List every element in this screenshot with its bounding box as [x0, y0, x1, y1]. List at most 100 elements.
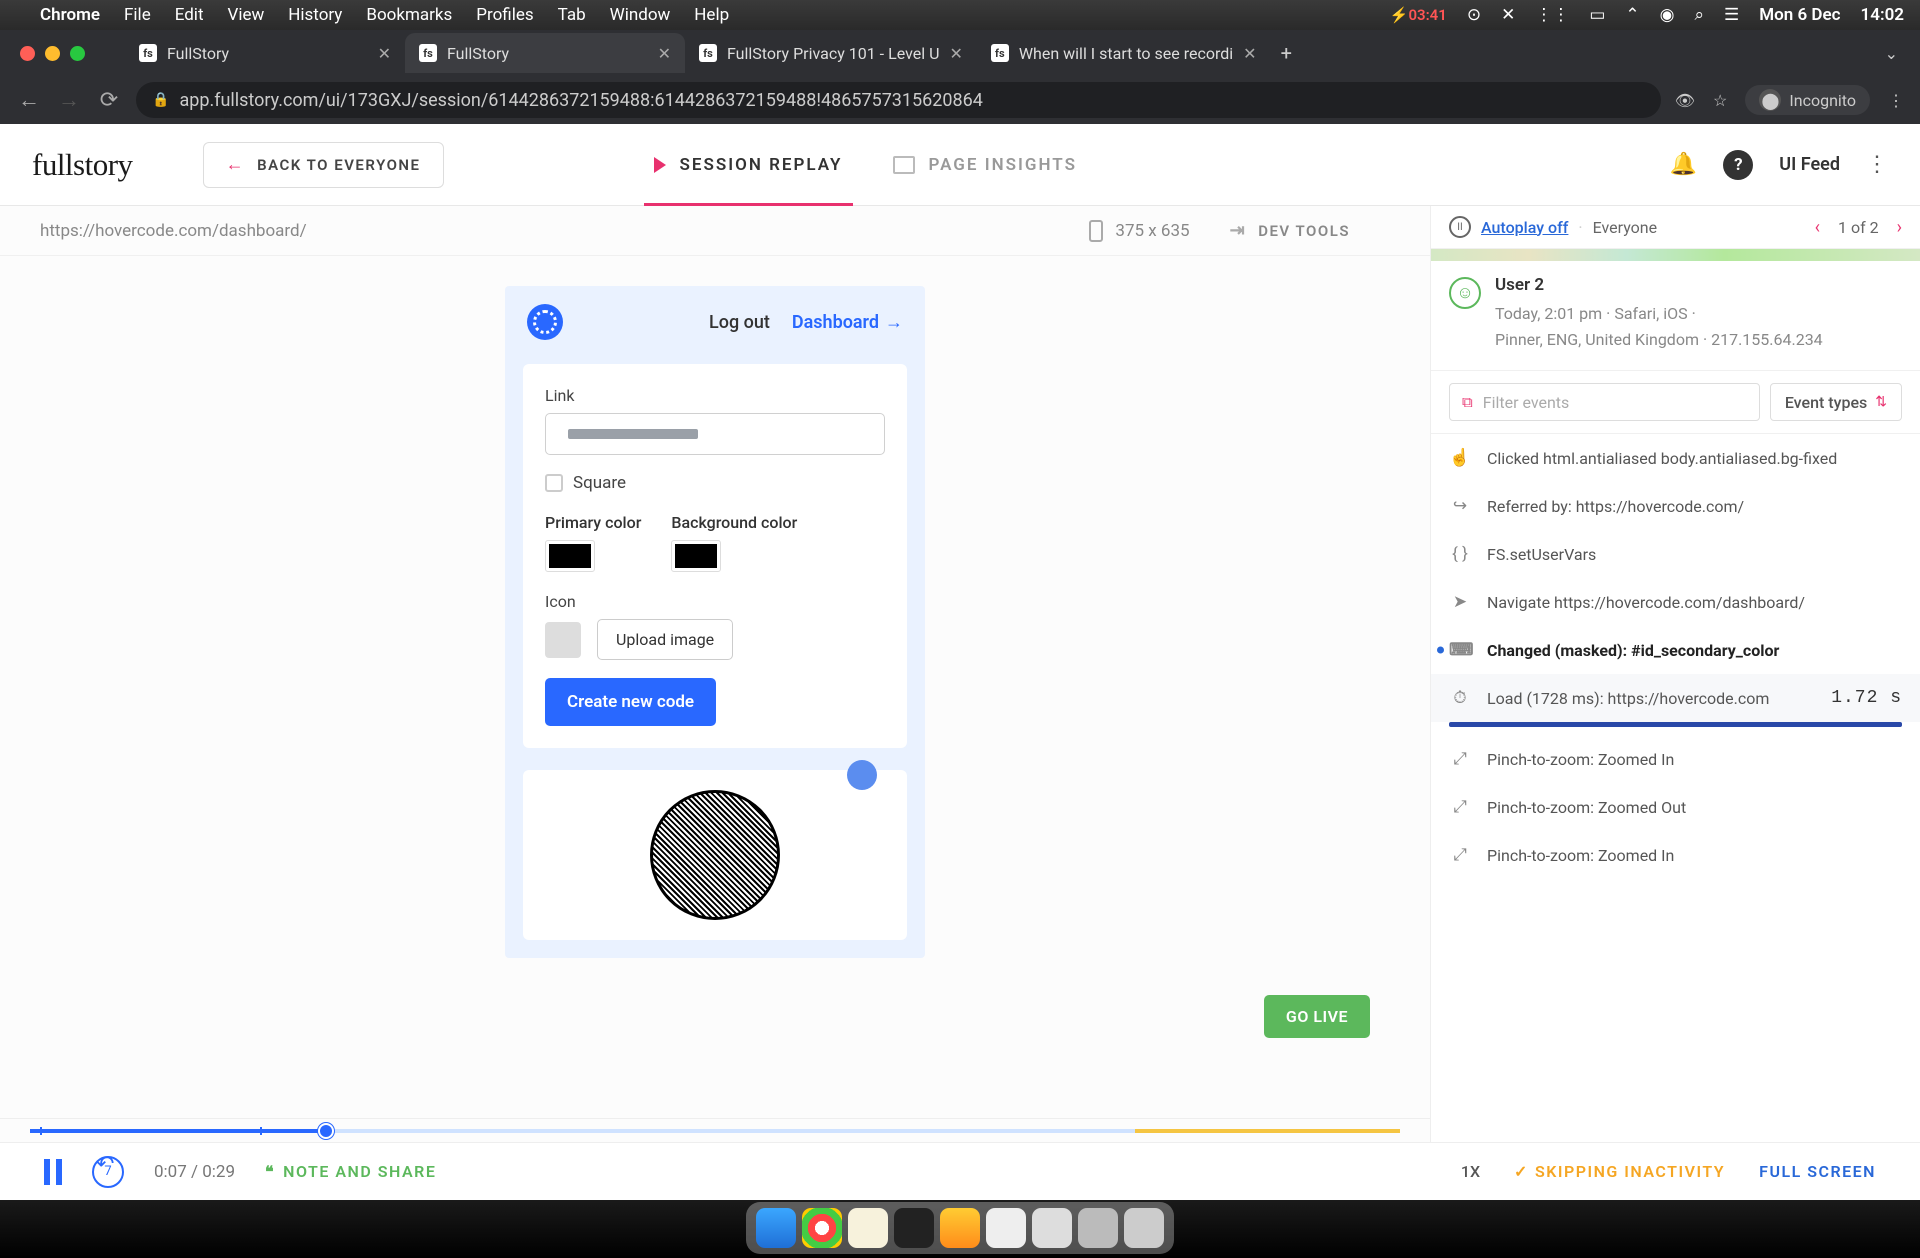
eye-off-icon[interactable]: 👁	[1675, 91, 1695, 110]
dock-finder-icon[interactable]	[756, 1208, 796, 1248]
browser-tab[interactable]: fs FullStory Privacy 101 - Level U ✕	[685, 33, 977, 73]
menu-history[interactable]: History	[288, 5, 342, 25]
event-row[interactable]: ☝ Clicked html.antialiased body.antialia…	[1431, 434, 1920, 482]
more-menu-icon[interactable]: ⋮	[1866, 152, 1888, 177]
browser-tab[interactable]: fs FullStory ✕	[405, 33, 685, 73]
playback-speed-button[interactable]: 1X	[1461, 1162, 1480, 1181]
menu-view[interactable]: View	[228, 5, 265, 25]
filter-events-input[interactable]: ⧉ Filter events	[1449, 383, 1760, 421]
close-tab-icon[interactable]: ✕	[378, 44, 391, 63]
tab-session-replay[interactable]: SESSION REPLAY	[654, 124, 843, 205]
square-checkbox[interactable]	[545, 474, 563, 492]
dock-trash-icon[interactable]	[1124, 1208, 1164, 1248]
status-icon-1[interactable]: ⊙	[1467, 5, 1481, 25]
battery-icon[interactable]: ▭	[1589, 5, 1605, 25]
event-row[interactable]: { } FS.setUserVars	[1431, 530, 1920, 578]
event-row[interactable]: ↪ Referred by: https://hovercode.com/	[1431, 482, 1920, 530]
next-session-icon[interactable]: ›	[1897, 217, 1902, 238]
tab-overflow-icon[interactable]: ⌄	[1885, 44, 1898, 63]
fullscreen-button[interactable]: FULL SCREEN	[1759, 1162, 1876, 1181]
link-input[interactable]	[545, 413, 885, 455]
primary-color-picker[interactable]	[545, 540, 595, 572]
battery-indicator[interactable]: ⚡03:41	[1390, 6, 1447, 24]
event-row[interactable]: ⤢ Pinch-to-zoom: Zoomed In	[1431, 831, 1920, 879]
fullstory-logo[interactable]: fullstory	[32, 147, 133, 183]
prev-session-icon[interactable]: ‹	[1815, 217, 1820, 238]
event-row[interactable]: ⤢ Pinch-to-zoom: Zoomed In	[1431, 735, 1920, 783]
skip-inactivity-toggle[interactable]: ✓ SKIPPING INACTIVITY	[1514, 1162, 1725, 1181]
phone-icon	[1089, 220, 1103, 242]
dashboard-link[interactable]: Dashboard →	[792, 312, 903, 333]
pause-ring-icon[interactable]: II	[1449, 216, 1471, 238]
dock-terminal-icon[interactable]	[894, 1208, 934, 1248]
upload-image-button[interactable]: Upload image	[597, 619, 733, 660]
wifi-icon[interactable]: ⌃	[1625, 5, 1639, 25]
zoom-icon: ⤢	[1449, 845, 1471, 865]
dock-notes-icon[interactable]	[848, 1208, 888, 1248]
user-card[interactable]: ☺ User 2 Today, 2:01 pm · Safari, iOS · …	[1431, 261, 1920, 371]
autoplay-toggle[interactable]: Autoplay off	[1481, 218, 1568, 237]
menu-edit[interactable]: Edit	[175, 5, 204, 25]
dev-tools-button[interactable]: ⇥ DEV TOOLS	[1230, 220, 1350, 241]
background-color-picker[interactable]	[671, 540, 721, 572]
menu-tab[interactable]: Tab	[558, 5, 586, 25]
menubar-app[interactable]: Chrome	[40, 5, 100, 25]
hovercode-logo-icon[interactable]	[527, 304, 563, 340]
menubar-date[interactable]: Mon 6 Dec	[1759, 5, 1840, 25]
browser-menu-icon[interactable]: ⋮	[1888, 91, 1904, 110]
maximize-window-button[interactable]	[70, 46, 85, 61]
event-row[interactable]: ⌨ Changed (masked): #id_secondary_color	[1431, 626, 1920, 674]
viewport-dims: 375 x 635	[1089, 220, 1189, 242]
tab-page-insights[interactable]: PAGE INSIGHTS	[893, 124, 1077, 205]
event-row[interactable]: ➤ Navigate https://hovercode.com/dashboa…	[1431, 578, 1920, 626]
menu-bookmarks[interactable]: Bookmarks	[366, 5, 452, 25]
menu-profiles[interactable]: Profiles	[476, 5, 533, 25]
close-window-button[interactable]	[20, 46, 35, 61]
dock-app-icon[interactable]	[1078, 1208, 1118, 1248]
new-tab-button[interactable]: +	[1281, 41, 1292, 65]
menubar-clock[interactable]: 14:02	[1861, 5, 1904, 25]
page-url: https://hovercode.com/dashboard/	[40, 221, 307, 241]
create-new-code-button[interactable]: Create new code	[545, 678, 716, 726]
go-live-button[interactable]: GO LIVE	[1264, 995, 1370, 1038]
note-and-share-button[interactable]: ❝ NOTE AND SHARE	[265, 1162, 436, 1181]
help-icon[interactable]: ?	[1723, 150, 1753, 180]
incognito-badge[interactable]: ⬤ Incognito	[1745, 85, 1870, 115]
event-types-button[interactable]: Event types ⇅	[1770, 383, 1902, 421]
bookmark-star-icon[interactable]: ☆	[1713, 91, 1727, 110]
spotlight-icon[interactable]: ⌕	[1694, 5, 1704, 25]
ui-feed-link[interactable]: UI Feed	[1779, 154, 1840, 175]
notifications-icon[interactable]: 🔔	[1670, 152, 1697, 177]
browser-tab[interactable]: fs When will I start to see recordi ✕	[977, 33, 1271, 73]
scrubber-handle[interactable]	[318, 1123, 334, 1139]
reload-icon[interactable]: ⟳	[96, 88, 122, 113]
event-row[interactable]: ⏱ Load (1728 ms): https://hovercode.com …	[1431, 674, 1920, 722]
control-center-icon[interactable]: ◉	[1660, 5, 1675, 25]
status-icon-3[interactable]: ⋮⋮	[1535, 5, 1569, 25]
address-bar[interactable]: 🔒 app.fullstory.com/ui/173GXJ/session/61…	[136, 82, 1661, 118]
menu-file[interactable]: File	[124, 5, 151, 25]
back-to-everyone-button[interactable]: ← BACK TO EVERYONE	[203, 142, 444, 188]
dock-chrome-icon[interactable]	[802, 1208, 842, 1248]
load-icon: ⏱	[1449, 688, 1471, 708]
menu-help[interactable]: Help	[694, 5, 729, 25]
pause-button[interactable]	[44, 1159, 62, 1185]
event-row[interactable]: ⤢ Pinch-to-zoom: Zoomed Out	[1431, 783, 1920, 831]
dock-app-icon[interactable]	[1032, 1208, 1072, 1248]
menu-extra-icon[interactable]: ☰	[1724, 5, 1739, 25]
minimize-window-button[interactable]	[45, 46, 60, 61]
rewind-button[interactable]: 7	[92, 1156, 124, 1188]
header-tabs: SESSION REPLAY PAGE INSIGHTS	[654, 124, 1077, 205]
menu-window[interactable]: Window	[610, 5, 671, 25]
window-controls	[20, 46, 85, 61]
dock-app-icon[interactable]	[940, 1208, 980, 1248]
back-icon[interactable]: ←	[16, 87, 42, 113]
close-tab-icon[interactable]: ✕	[658, 44, 671, 63]
status-icon-2[interactable]: ✕	[1501, 5, 1515, 25]
timeline[interactable]	[0, 1118, 1430, 1142]
close-tab-icon[interactable]: ✕	[1243, 44, 1256, 63]
logout-link[interactable]: Log out	[709, 312, 770, 333]
close-tab-icon[interactable]: ✕	[949, 44, 962, 63]
dock-app-icon[interactable]	[986, 1208, 1026, 1248]
browser-tab[interactable]: fs FullStory ✕	[125, 33, 405, 73]
